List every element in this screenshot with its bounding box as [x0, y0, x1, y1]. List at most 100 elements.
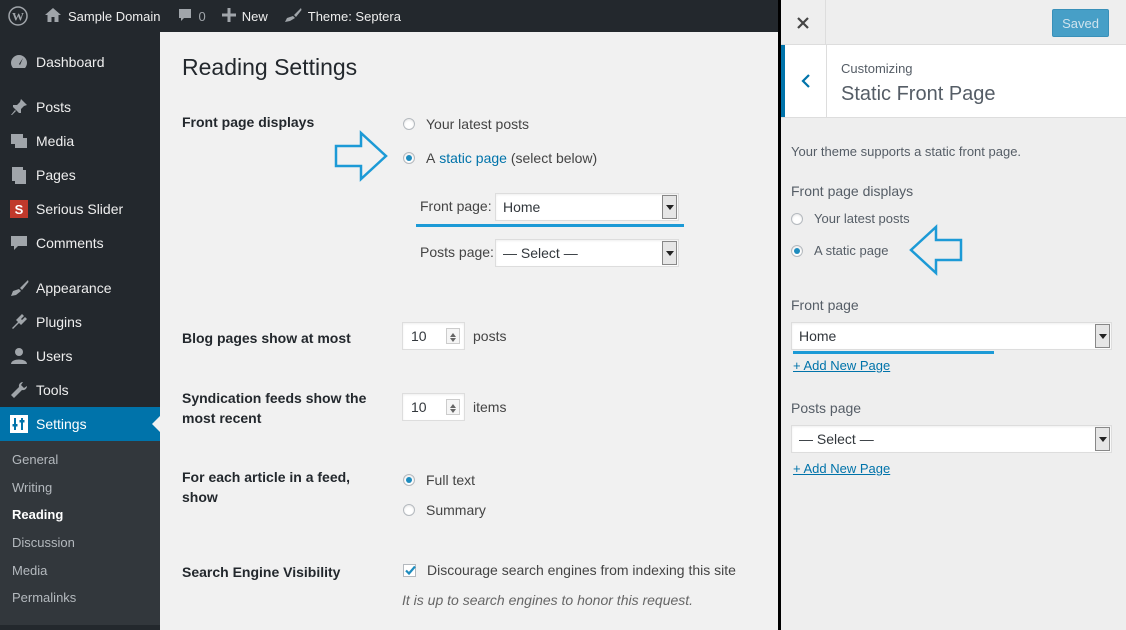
sidebar-item-settings[interactable]: Settings	[0, 407, 160, 441]
comments-link[interactable]: 0	[169, 0, 214, 32]
checkbox-label: Discourage search engines from indexing …	[427, 562, 736, 578]
brush-icon	[284, 7, 302, 26]
customizer-panel: Saved Customizing Static Front Page Your…	[781, 0, 1126, 630]
close-icon[interactable]	[781, 0, 826, 45]
blog-pages-number-input[interactable]: 10	[402, 322, 465, 350]
highlight-underline	[416, 224, 684, 227]
radio-button[interactable]	[791, 212, 803, 225]
chevron-down-icon	[1095, 324, 1110, 348]
cz-radio-latest-posts[interactable]: Your latest posts	[791, 211, 910, 226]
sidebar-item-label: Users	[36, 348, 73, 364]
submenu-permalinks[interactable]: Permalinks	[0, 584, 160, 612]
select-value: — Select —	[503, 245, 578, 261]
new-content-link[interactable]: New	[214, 0, 276, 32]
customizer-header: Saved	[781, 0, 1126, 45]
submenu-general[interactable]: General	[0, 446, 160, 474]
spinner-control[interactable]	[446, 328, 460, 344]
plug-icon	[9, 312, 29, 332]
radio-label-prefix: A	[426, 150, 436, 166]
submenu-writing[interactable]: Writing	[0, 474, 160, 502]
radio-button[interactable]	[403, 504, 415, 516]
cz-front-page-select[interactable]: Home	[791, 322, 1112, 350]
new-label: New	[241, 8, 268, 24]
radio-full-text[interactable]: Full text	[403, 472, 475, 488]
theme-link[interactable]: Theme: Septera	[276, 0, 409, 32]
wrench-icon	[9, 380, 29, 400]
blog-pages-label: Blog pages show at most	[182, 330, 351, 346]
plus-icon	[221, 7, 236, 25]
radio-latest-posts[interactable]: Your latest posts	[403, 116, 529, 132]
radio-static-page[interactable]: A static page (select below)	[403, 150, 597, 166]
feed-article-label: For each article in a feed, show	[182, 469, 351, 505]
spinner-control[interactable]	[446, 399, 460, 415]
add-new-page-link[interactable]: + Add New Page	[793, 358, 890, 373]
sidebar-item-label: Posts	[36, 99, 72, 115]
sidebar-item-label: Media	[36, 133, 75, 149]
wordpress-logo-icon[interactable]: W	[0, 0, 36, 32]
front-page-select-label: Front page:	[420, 198, 492, 214]
syndication-label: Syndication feeds show the most recent	[182, 390, 367, 426]
front-page-displays-label: Front page displays	[182, 114, 315, 130]
user-icon	[9, 346, 29, 366]
media-icon	[9, 131, 29, 151]
radio-label-suffix: (select below)	[510, 150, 598, 166]
site-name-link[interactable]: Sample Domain	[36, 0, 169, 32]
svg-text:S: S	[15, 202, 24, 217]
add-new-page-link[interactable]: + Add New Page	[793, 461, 890, 476]
admin-bar: W Sample Domain 0 New Theme: Septera	[0, 0, 780, 32]
comments-count: 0	[198, 8, 206, 24]
checkmark-icon	[405, 565, 416, 575]
sidebar-item-comments[interactable]: Comments	[0, 226, 160, 260]
discourage-search-checkbox[interactable]	[403, 563, 416, 577]
radio-button[interactable]	[791, 244, 803, 257]
saved-button[interactable]: Saved	[1052, 9, 1109, 37]
sidebar-item-dashboard[interactable]: Dashboard	[0, 45, 160, 79]
highlight-underline	[793, 351, 994, 354]
sidebar-item-tools[interactable]: Tools	[0, 373, 160, 407]
radio-label: A static page	[814, 243, 889, 258]
radio-button[interactable]	[403, 118, 415, 130]
sidebar-item-label: Settings	[36, 416, 87, 432]
customizing-breadcrumb: Customizing	[841, 61, 913, 76]
cz-front-page-label: Front page	[791, 297, 859, 313]
sidebar-item-label: Dashboard	[36, 54, 105, 70]
submenu-media[interactable]: Media	[0, 556, 160, 584]
front-page-select[interactable]: Home	[495, 193, 679, 221]
theme-label: Theme: Septera	[307, 8, 401, 24]
radio-label: Summary	[426, 502, 486, 518]
posts-page-select-label: Posts page:	[420, 244, 494, 260]
sidebar-item-posts[interactable]: Posts	[0, 90, 160, 124]
sidebar-item-serious-slider[interactable]: S Serious Slider	[0, 192, 160, 226]
select-value: Home	[503, 199, 541, 215]
sidebar-item-users[interactable]: Users	[0, 339, 160, 373]
highlight-arrow-icon	[909, 224, 963, 276]
radio-summary[interactable]: Summary	[403, 502, 486, 518]
cz-radio-static-page[interactable]: A static page	[791, 243, 888, 258]
sidebar-item-pages[interactable]: Pages	[0, 158, 160, 192]
syndication-number-input[interactable]: 10	[402, 393, 465, 421]
back-button[interactable]	[781, 45, 827, 117]
comment-icon	[9, 233, 29, 253]
radio-button[interactable]	[403, 474, 415, 486]
discourage-search-checkbox-row[interactable]: Discourage search engines from indexing …	[403, 562, 736, 578]
cz-posts-page-select[interactable]: — Select —	[791, 425, 1112, 453]
static-page-link[interactable]: static page	[439, 150, 507, 166]
sidebar-item-appearance[interactable]: Appearance	[0, 271, 160, 305]
sidebar-item-media[interactable]: Media	[0, 124, 160, 158]
blog-pages-unit: posts	[473, 328, 507, 344]
number-value: 10	[411, 328, 427, 344]
submenu-discussion[interactable]: Discussion	[0, 529, 160, 557]
sidebar-item-label: Serious Slider	[36, 201, 124, 217]
search-visibility-description: It is up to search engines to honor this…	[402, 592, 694, 608]
sidebar-item-label: Comments	[36, 235, 104, 251]
pin-icon	[9, 97, 29, 117]
select-value: Home	[799, 328, 837, 344]
home-icon	[44, 7, 62, 26]
radio-label: Your latest posts	[814, 211, 910, 226]
radio-button[interactable]	[403, 152, 415, 164]
settings-submenu: General Writing Reading Discussion Media…	[0, 441, 160, 625]
submenu-reading[interactable]: Reading	[0, 501, 160, 529]
sidebar-item-label: Pages	[36, 167, 76, 183]
sidebar-item-plugins[interactable]: Plugins	[0, 305, 160, 339]
posts-page-select[interactable]: — Select —	[495, 239, 679, 267]
